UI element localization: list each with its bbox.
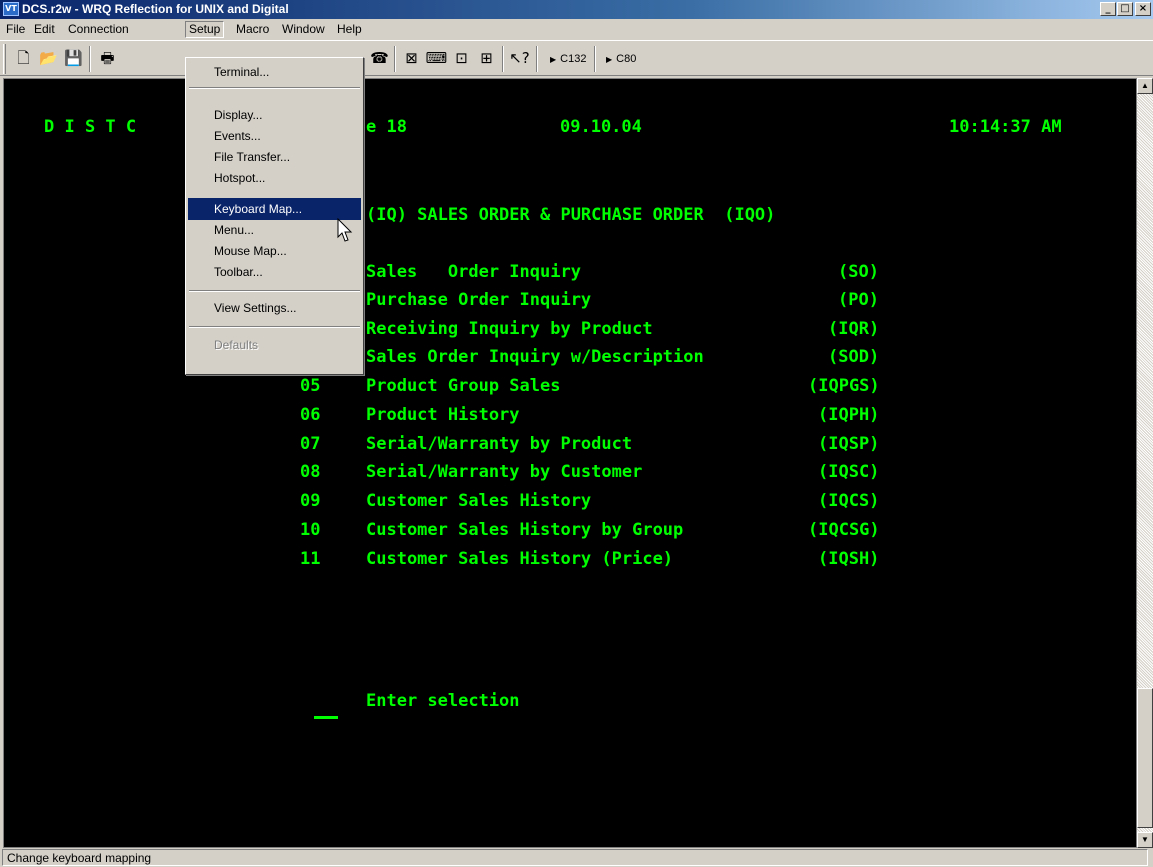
menu-item-events[interactable]: Events... [188,125,361,147]
menu-separator [189,326,360,328]
menu-item-hotspot[interactable]: Hotspot... [188,167,361,189]
open-icon[interactable]: 📂 [37,47,60,69]
terminal-date: 09.10.04 [560,117,642,137]
option-label: Serial/Warranty by Product [366,434,633,454]
help-icon[interactable]: ↖? [508,47,531,69]
toolbar-grip[interactable] [3,44,6,74]
close-button[interactable]: × [1135,2,1151,16]
option-code: (IQSP) [818,434,880,454]
play-icon: ▶ [606,55,613,64]
menu-window[interactable]: Window [278,21,329,38]
menu-macro[interactable]: Macro [232,21,273,38]
minimize-button[interactable]: _ [1100,2,1116,16]
menu-item-defaults: Defaults [214,338,259,352]
option-number: 07 [300,434,321,454]
option-code: (IQPGS) [808,376,880,396]
option-code: (IQCS) [818,491,880,511]
option-code: (IQSC) [818,462,880,482]
menu-item-view-settings[interactable]: View Settings... [188,297,361,319]
option-label: Sales Order Inquiry w/Description [366,347,704,367]
terminal-header-mid: e 18 [366,117,407,137]
hotspot-icon[interactable]: ⊠ [400,47,423,69]
option-number: 08 [300,462,321,482]
title-bar: VT DCS.r2w - WRQ Reflection for UNIX and… [0,0,1153,19]
terminal-time: 10:14:37 AM [949,117,1062,137]
toolbar-separator [394,46,396,72]
menu-separator [189,290,360,292]
menu-item-toolbar[interactable]: Toolbar... [188,261,361,283]
menu-edit[interactable]: Edit [30,21,59,38]
option-code: (IQCSG) [808,520,880,540]
option-number: 05 [300,376,321,396]
option-label: Customer Sales History (Price) [366,549,674,569]
toolbar-separator [536,46,538,72]
menu-setup[interactable]: Setup [185,21,225,38]
scroll-thumb[interactable] [1137,688,1153,828]
option-code: (IQR) [828,319,880,339]
menu-bar: File Edit Connection Setup Macro Window … [0,19,1153,39]
status-text: Change keyboard mapping [2,849,1148,866]
print-icon[interactable]: 🖶 [96,47,119,69]
option-number: 06 [300,405,321,425]
option-label: Product History [366,405,520,425]
new-icon[interactable]: 🗋 [12,47,35,69]
app-icon[interactable]: VT [3,2,19,16]
menu-item-mouse-map[interactable]: Mouse Map... [188,240,361,262]
menu-item-display[interactable]: Display... [188,104,361,126]
menu-help[interactable]: Help [333,21,366,38]
play-icon: ▶ [550,55,557,64]
menu-connection[interactable]: Connection [64,21,133,38]
c132-label: C132 [560,53,587,65]
toolbar-separator [594,46,596,72]
scroll-up-icon[interactable]: ▲ [1137,78,1153,94]
menu-file[interactable]: File [2,21,29,38]
scroll-down-icon[interactable]: ▼ [1137,832,1153,848]
toolbar-separator [502,46,504,72]
menu-separator [189,87,360,89]
option-number: 09 [300,491,321,511]
setup-menu-dropdown: Terminal... Display... Events... File Tr… [185,57,364,375]
option-code: (SO) [838,262,879,282]
maximize-button[interactable]: □ [1117,2,1133,16]
option-label: Product Group Sales [366,376,561,396]
selection-prompt: Enter selection [366,691,520,711]
menu-item-menu[interactable]: Menu... [188,219,361,241]
terminal-cursor [314,716,338,719]
option-label: Serial/Warranty by Customer [366,462,643,482]
toolbar: 🗋 📂 💾 🖶 ☎ ⊠ ⌨ ⊡ ⊞ ↖? ▶ C132 ▶ C80 [0,40,1153,76]
save-icon[interactable]: 💾 [62,47,85,69]
option-code: (PO) [838,290,879,310]
status-bar: Change keyboard mapping [0,848,1153,867]
option-code: (IQSH) [818,549,880,569]
option-label: Customer Sales History by Group [366,520,684,540]
menu-item-terminal[interactable]: Terminal... [188,61,361,83]
keyboard-icon[interactable]: ⌨ [425,47,448,69]
display-icon[interactable]: ⊡ [450,47,473,69]
menu-item-file-transfer[interactable]: File Transfer... [188,146,361,168]
terminal-header-left: D I S T C [44,117,137,137]
option-number: 11 [300,549,321,569]
terminal-screen[interactable]: D I S T C e 18 09.10.04 10:14:37 AM (IQ)… [3,78,1137,848]
toolbar-separator [89,46,91,72]
option-label: Customer Sales History [366,491,592,511]
terminal-menu-title: (IQ) SALES ORDER & PURCHASE ORDER (IQO) [366,205,776,225]
option-code: (IQPH) [818,405,880,425]
option-label: Purchase Order Inquiry [366,290,592,310]
connect-icon[interactable]: ☎ [368,47,391,69]
c80-label: C80 [616,53,637,65]
mouse-cursor-icon [337,218,353,242]
option-number: 10 [300,520,321,540]
menu-item-keyboard-map[interactable]: Keyboard Map... [188,198,361,220]
vertical-scrollbar[interactable]: ▲ ▼ [1137,78,1153,848]
c132-button[interactable]: ▶ C132 [544,48,586,70]
c80-button[interactable]: ▶ C80 [600,48,636,70]
window-title: DCS.r2w - WRQ Reflection for UNIX and Di… [22,2,289,16]
option-code: (SOD) [828,347,880,367]
option-label: Receiving Inquiry by Product [366,319,653,339]
mouse-icon[interactable]: ⊞ [475,47,498,69]
option-label: Sales Order Inquiry [366,262,581,282]
